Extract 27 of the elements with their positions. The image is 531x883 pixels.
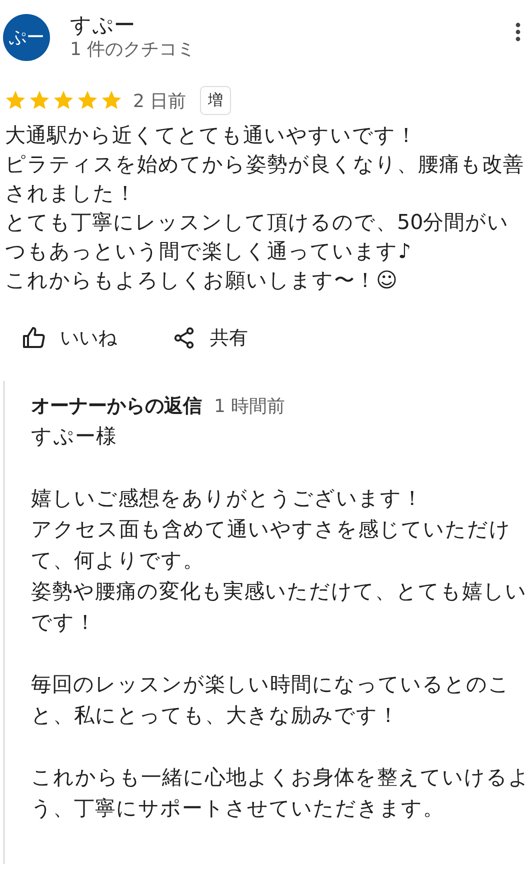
- reply-text: 毎回のレッスンが楽しい時間になっているとのこと、私にとっても、大きな励みです！: [31, 671, 511, 729]
- avatar: ぷー: [3, 14, 50, 60]
- share-button[interactable]: 共有: [172, 325, 248, 351]
- star-icon: [100, 89, 123, 112]
- review-count: 1 件のクチコミ: [70, 38, 196, 62]
- review-text: とても丁寧にレッスンして頂けるので、50分間がいつもあっという間で楽しく通っています♪: [5, 209, 510, 265]
- reply-title: オーナーからの返信: [31, 394, 202, 419]
- star-icon: [76, 89, 99, 112]
- reply-text: これからも一緒に心地よくお身体を整えていけるよう、丁寧にサポートさせていただきます。: [31, 764, 530, 822]
- more-options-icon[interactable]: [515, 22, 521, 42]
- reply-time: 1 時間前: [214, 395, 286, 418]
- star-icon: [28, 89, 51, 112]
- reply-text: 姿勢や腰痛の変化も実感いただけて、とても嬉しいです！: [31, 578, 528, 636]
- reply-text: アクセス面も含めて通いやすさを感じていただけて、何よりです。: [31, 516, 512, 574]
- review-text: これからもよろしくお願いします〜！☺: [5, 267, 398, 294]
- review-text: ピラティスを始めてから姿勢が良くなり、腰痛も改善されました！: [5, 151, 525, 207]
- review-time: 2 日前: [133, 90, 186, 112]
- like-button[interactable]: いいね: [22, 325, 117, 351]
- star-icon: [4, 89, 27, 112]
- thumbs-up-icon: [22, 326, 46, 350]
- review-text: 大通駅から近くてとても通いやすいです！: [5, 122, 418, 149]
- share-icon: [172, 326, 196, 350]
- review-badge: 増: [200, 86, 232, 115]
- reviewer-name: すぷー: [70, 12, 136, 38]
- reply-text: すぷー様: [31, 423, 118, 450]
- star-icon: [52, 89, 75, 112]
- reply-text: 嬉しいご感想をありがとうございます！: [31, 485, 424, 512]
